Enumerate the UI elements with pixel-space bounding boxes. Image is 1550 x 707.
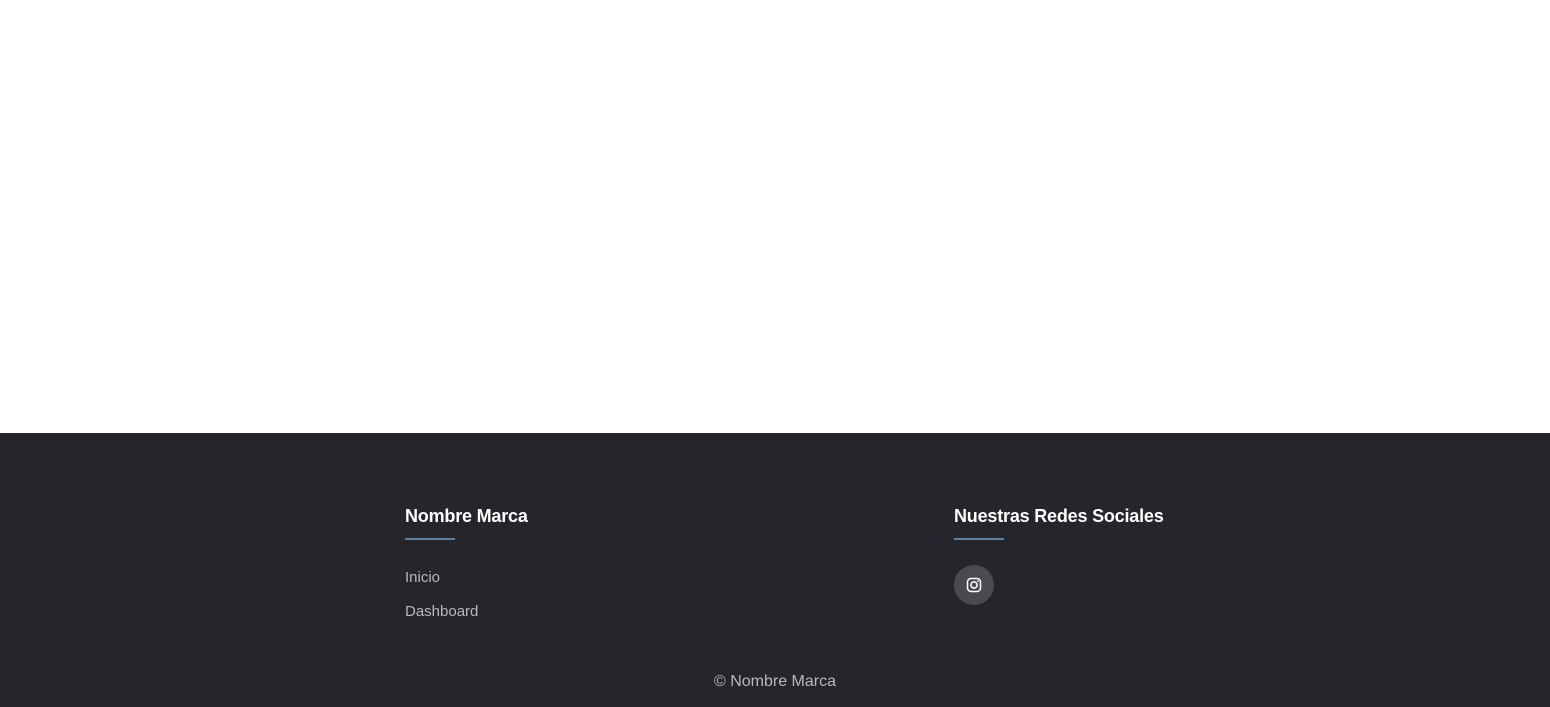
site-footer: Nombre Marca Inicio Dashboard Nuestras R… xyxy=(0,433,1550,707)
footer-link-dashboard[interactable]: Dashboard xyxy=(405,603,478,620)
footer-brand-column: Nombre Marca Inicio Dashboard xyxy=(405,505,528,637)
footer-brand-heading: Nombre Marca xyxy=(405,506,528,526)
footer-nav-item: Inicio xyxy=(405,569,528,603)
footer-link-inicio[interactable]: Inicio xyxy=(405,569,440,586)
instagram-icon xyxy=(966,577,982,593)
footer-nav-list: Inicio Dashboard xyxy=(405,569,528,637)
social-links xyxy=(954,565,1164,605)
page-content-area xyxy=(0,0,1550,433)
footer-nav-item: Dashboard xyxy=(405,603,528,637)
copyright-text: © Nombre Marca xyxy=(713,673,837,690)
heading-underline xyxy=(405,538,455,540)
footer-social-heading: Nuestras Redes Sociales xyxy=(954,506,1164,526)
instagram-button[interactable] xyxy=(954,565,994,605)
heading-underline xyxy=(954,538,1004,540)
footer-social-column: Nuestras Redes Sociales xyxy=(954,505,1164,605)
